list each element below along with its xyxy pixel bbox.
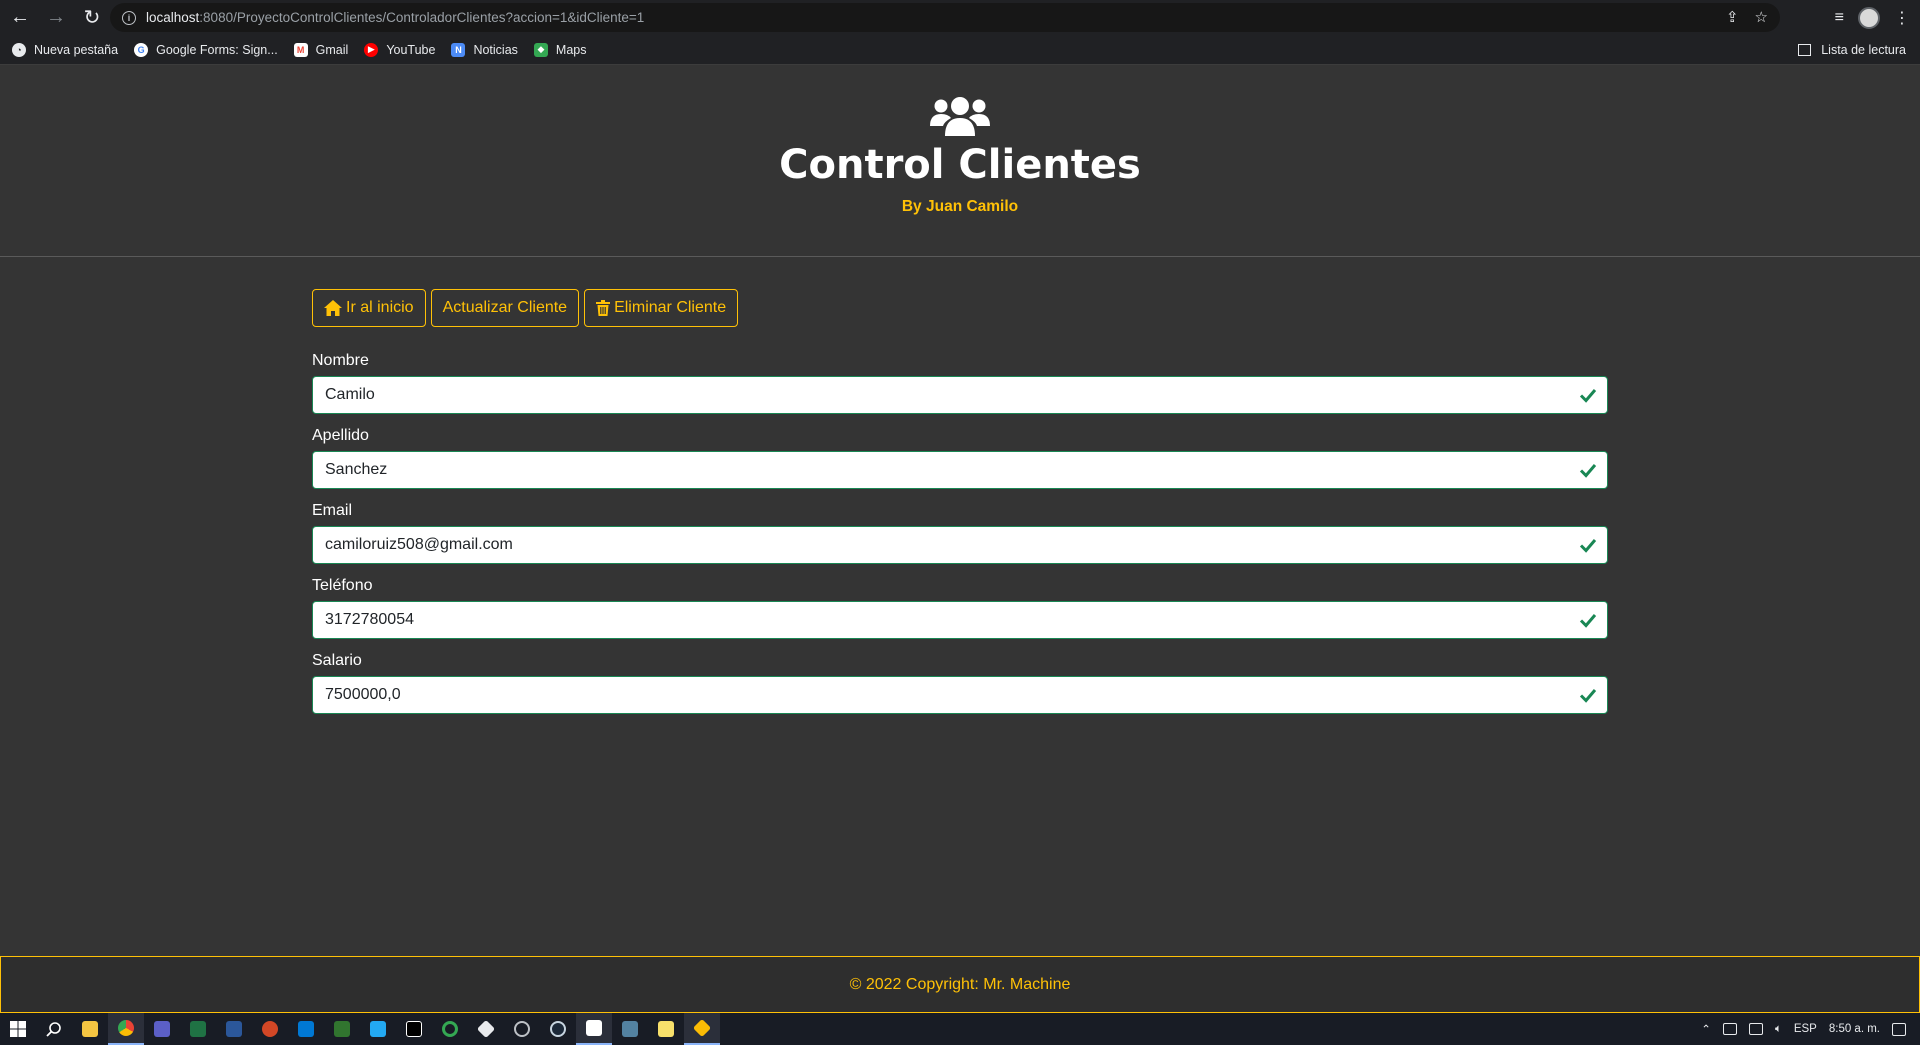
valid-check-icon xyxy=(1579,464,1597,478)
notifications-icon[interactable] xyxy=(1892,1022,1906,1036)
telefono-label: Teléfono xyxy=(312,577,373,594)
nombre-input[interactable] xyxy=(313,377,1607,413)
email-label: Email xyxy=(312,502,353,519)
vscode-icon[interactable] xyxy=(360,1013,396,1045)
reading-list-button[interactable]: Lista de lectura xyxy=(1798,35,1906,65)
teams-icon[interactable] xyxy=(144,1013,180,1045)
gitkraken-icon[interactable] xyxy=(684,1013,720,1045)
salario-input[interactable] xyxy=(313,677,1607,713)
back-icon[interactable]: ← xyxy=(4,2,36,34)
chrome-taskbar-icon[interactable] xyxy=(108,1013,144,1045)
field-telefono: Teléfono xyxy=(312,577,1608,639)
network-icon[interactable] xyxy=(1748,1023,1763,1035)
update-client-button[interactable]: Actualizar Cliente xyxy=(430,289,580,327)
project-icon[interactable] xyxy=(324,1013,360,1045)
page-subtitle: By Juan Camilo xyxy=(901,198,1019,215)
windows-start-icon[interactable] xyxy=(0,1013,36,1045)
copyright-text: © 2022 Copyright: Mr. Machine xyxy=(849,975,1071,993)
address-bar[interactable]: i localhost:8080/ProyectoControlClientes… xyxy=(110,3,1780,32)
bookmark-maps[interactable]: ◆ Maps xyxy=(533,42,587,57)
file-explorer-icon[interactable] xyxy=(72,1013,108,1045)
trash-icon xyxy=(596,300,611,316)
forward-icon[interactable]: → xyxy=(40,2,72,34)
volume-icon[interactable]: 🔈︎ xyxy=(1775,1023,1782,1036)
word-icon[interactable] xyxy=(216,1013,252,1045)
delete-client-button[interactable]: Eliminar Cliente xyxy=(584,289,739,327)
outlook-icon[interactable] xyxy=(288,1013,324,1045)
taskbar: ⌃ 🔈︎ ESP 8:50 a. m. xyxy=(0,1013,1920,1045)
home-icon xyxy=(324,300,342,316)
excel-icon[interactable] xyxy=(180,1013,216,1045)
page-title: Control Clientes xyxy=(779,142,1141,188)
valid-check-icon xyxy=(1579,539,1597,553)
language-indicator[interactable]: ESP xyxy=(1794,1023,1817,1035)
field-salario: Salario xyxy=(312,652,1608,714)
git-icon[interactable] xyxy=(468,1013,504,1045)
bookmark-gmail[interactable]: M Gmail xyxy=(293,42,348,57)
youtube-icon: ▶ xyxy=(364,42,379,57)
bookmark-new-tab[interactable]: ◔ Nueva pestaña xyxy=(12,42,118,57)
gmail-icon: M xyxy=(293,42,308,57)
field-email: Email xyxy=(312,502,1608,564)
media-control-icon[interactable]: ≡ xyxy=(1835,9,1844,27)
nombre-label: Nombre xyxy=(312,352,369,369)
google-icon: G xyxy=(134,42,149,57)
chevron-up-icon[interactable]: ⌃ xyxy=(1701,1022,1711,1036)
mysql-icon[interactable] xyxy=(612,1013,648,1045)
reload-icon[interactable]: ↻ xyxy=(76,2,108,34)
intellij-icon[interactable] xyxy=(396,1013,432,1045)
clock[interactable]: 8:50 a. m. xyxy=(1829,1023,1880,1035)
refresh-app-icon[interactable] xyxy=(432,1013,468,1045)
powerpoint-icon[interactable] xyxy=(252,1013,288,1045)
telefono-input[interactable] xyxy=(313,602,1607,638)
valid-check-icon xyxy=(1579,614,1597,628)
bookmark-star-icon[interactable]: ☆ xyxy=(1755,8,1768,26)
valid-check-icon xyxy=(1579,389,1597,403)
system-tray: ⌃ 🔈︎ ESP 8:50 a. m. xyxy=(1701,1013,1920,1045)
share-icon[interactable]: ⇪ xyxy=(1726,8,1739,26)
profile-avatar[interactable] xyxy=(1858,6,1880,29)
url-text[interactable]: localhost:8080/ProyectoControlClientes/C… xyxy=(146,10,644,25)
bookmark-google-forms[interactable]: G Google Forms: Sign... xyxy=(134,42,278,57)
field-nombre: Nombre xyxy=(312,352,1608,414)
users-icon xyxy=(930,97,990,136)
news-icon: N xyxy=(451,42,466,57)
page-footer: © 2022 Copyright: Mr. Machine xyxy=(0,956,1920,1013)
email-input[interactable] xyxy=(313,527,1607,563)
browser-toolbar: ← → ↻ i localhost:8080/ProyectoControlCl… xyxy=(0,0,1920,35)
apellido-label: Apellido xyxy=(312,427,369,444)
steam-icon[interactable] xyxy=(540,1013,576,1045)
bookmark-noticias[interactable]: N Noticias xyxy=(451,42,518,57)
search-icon[interactable] xyxy=(36,1013,72,1045)
clock-app-icon[interactable] xyxy=(504,1013,540,1045)
notes-icon[interactable] xyxy=(648,1013,684,1045)
valid-check-icon xyxy=(1579,689,1597,703)
page-header: Control Clientes By Juan Camilo xyxy=(0,66,1920,257)
field-apellido: Apellido xyxy=(312,427,1608,489)
client-form: Nombre Apellido Email Teléfono Salario xyxy=(312,352,1608,727)
reading-list-icon xyxy=(1798,44,1812,56)
app-icon[interactable] xyxy=(576,1013,612,1045)
new-tab-icon: ◔ xyxy=(12,42,26,57)
menu-icon[interactable]: ⋮ xyxy=(1894,8,1910,28)
device-icon[interactable] xyxy=(1722,1023,1737,1035)
home-button[interactable]: Ir al inicio xyxy=(312,289,426,327)
action-buttons: Ir al inicio Actualizar Cliente Eliminar… xyxy=(312,289,739,327)
salario-label: Salario xyxy=(312,652,362,669)
bookmarks-bar: ◔ Nueva pestaña G Google Forms: Sign... MG… xyxy=(0,35,1920,65)
apellido-input[interactable] xyxy=(313,452,1607,488)
bookmark-youtube[interactable]: ▶ YouTube xyxy=(364,42,435,57)
maps-icon: ◆ xyxy=(533,42,548,57)
site-info-icon[interactable]: i xyxy=(122,10,136,25)
